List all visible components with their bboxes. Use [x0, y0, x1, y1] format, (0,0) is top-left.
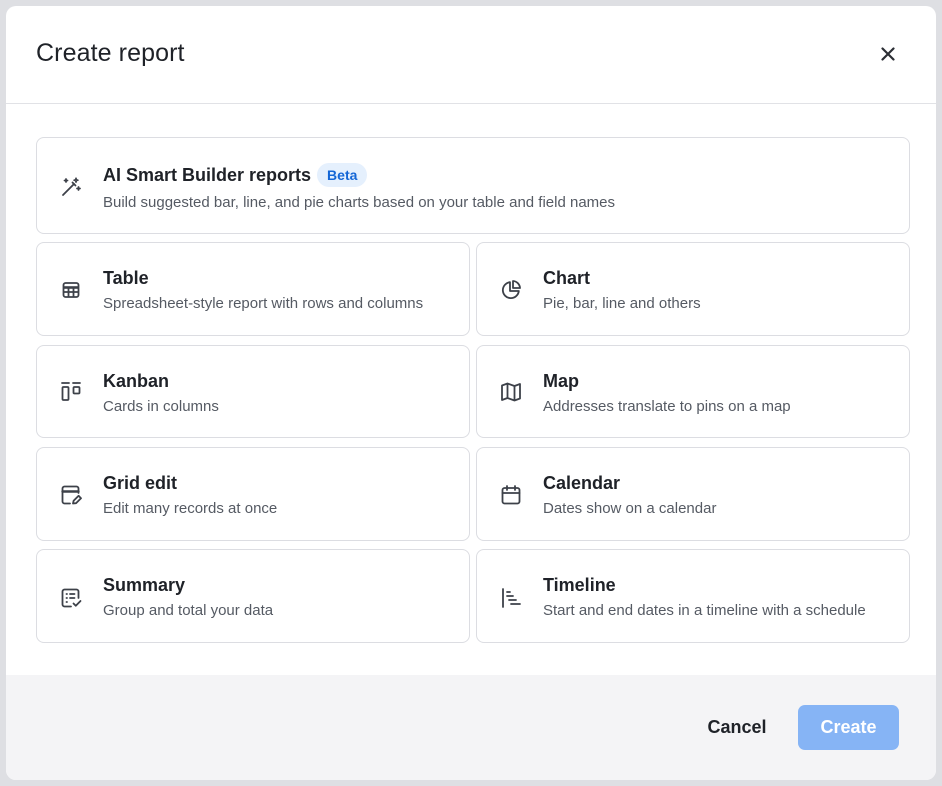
- option-name: Timeline: [543, 575, 616, 595]
- dialog-title: Create report: [36, 39, 185, 67]
- beta-badge: Beta: [317, 163, 368, 187]
- create-button[interactable]: Create: [798, 705, 899, 750]
- table-icon: [59, 278, 83, 302]
- pie-chart-icon: [499, 278, 523, 302]
- kanban-icon: [59, 380, 83, 404]
- create-report-dialog: Create report AI Smart Builder reports Be…: [6, 6, 936, 780]
- map-icon: [499, 380, 523, 404]
- option-name: Table: [103, 268, 149, 288]
- option-timeline[interactable]: Timeline Start and end dates in a timeli…: [476, 549, 910, 643]
- option-ai-smart-builder[interactable]: AI Smart Builder reports Beta Build sugge…: [36, 137, 910, 234]
- option-description: Addresses translate to pins on a map: [543, 398, 791, 415]
- option-description: Spreadsheet-style report with rows and c…: [103, 295, 424, 312]
- option-name: Calendar: [543, 473, 621, 493]
- option-description: Group and total your data: [103, 602, 274, 619]
- option-name: Chart: [543, 268, 591, 288]
- calendar-icon: [499, 483, 523, 507]
- option-description: Build suggested bar, line, and pie chart…: [103, 194, 616, 211]
- option-map[interactable]: Map Addresses translate to pins on a map: [476, 345, 910, 438]
- grid-edit-icon: [59, 483, 83, 507]
- option-description: Edit many records at once: [103, 500, 278, 517]
- option-name: Map: [543, 371, 579, 391]
- option-summary[interactable]: Summary Group and total your data: [36, 549, 470, 643]
- dialog-footer: Cancel Create: [6, 675, 936, 780]
- option-name: Summary: [103, 575, 186, 595]
- option-description: Pie, bar, line and others: [543, 295, 701, 312]
- option-name: Kanban: [103, 371, 170, 391]
- option-table[interactable]: Table Spreadsheet-style report with rows…: [36, 242, 470, 336]
- option-calendar[interactable]: Calendar Dates show on a calendar: [476, 447, 910, 541]
- option-grid-edit[interactable]: Grid edit Edit many records at once: [36, 447, 470, 541]
- option-description: Cards in columns: [103, 398, 219, 415]
- magic-wand-icon: [59, 175, 83, 199]
- option-name: AI Smart Builder reports Beta: [103, 163, 368, 187]
- close-icon: [881, 47, 895, 61]
- option-kanban[interactable]: Kanban Cards in columns: [36, 345, 470, 438]
- option-name: Grid edit: [103, 473, 178, 493]
- option-chart[interactable]: Chart Pie, bar, line and others: [476, 242, 910, 336]
- summary-icon: [59, 586, 83, 610]
- close-button[interactable]: [876, 42, 900, 66]
- cancel-button[interactable]: Cancel: [696, 705, 778, 749]
- dialog-header: Create report: [6, 6, 936, 104]
- timeline-icon: [499, 586, 523, 610]
- option-description: Start and end dates in a timeline with a…: [543, 602, 866, 619]
- option-name-text: AI Smart Builder reports: [103, 165, 312, 185]
- option-description: Dates show on a calendar: [543, 500, 717, 517]
